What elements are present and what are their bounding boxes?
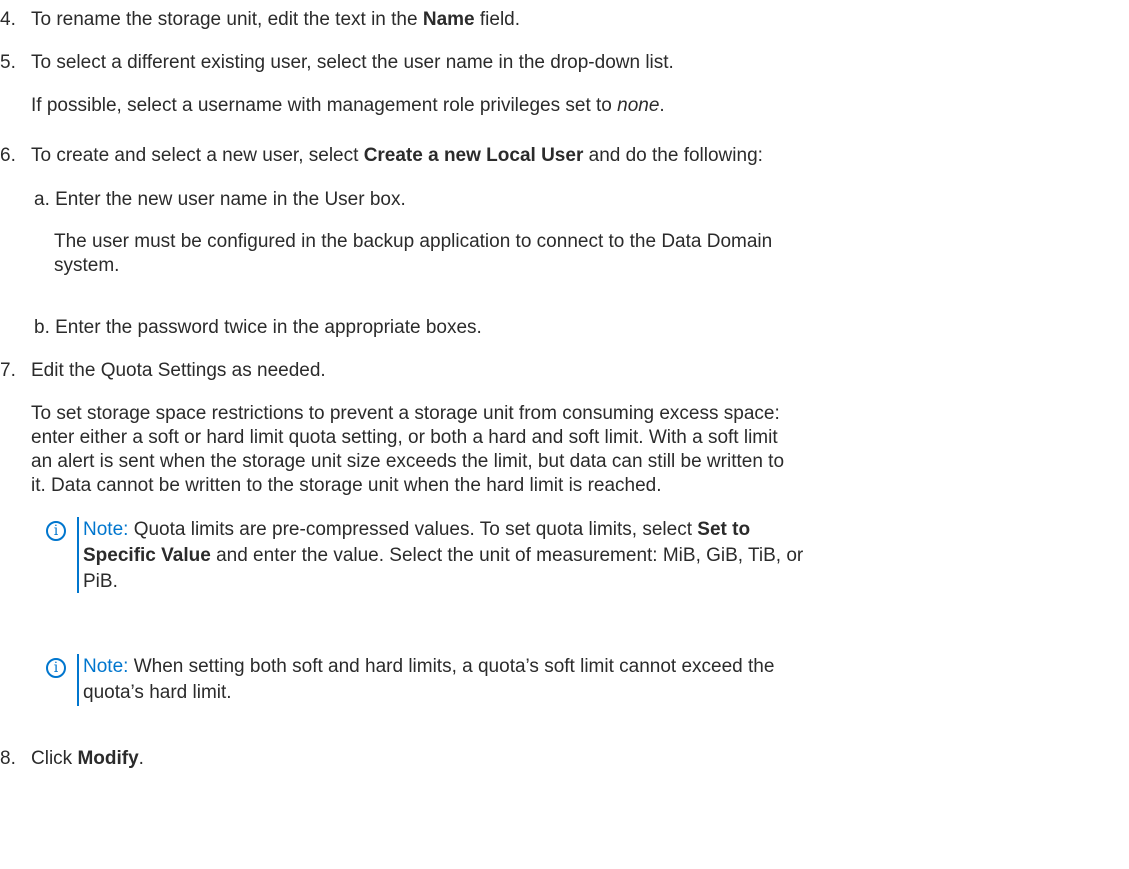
document-page: 4. To rename the storage unit, edit the … — [0, 0, 1129, 869]
step-6-post: and do the following: — [583, 145, 763, 166]
step-7-text: Edit the Quota Settings as needed. — [31, 360, 326, 381]
step-6a-note-line-1: The user must be configured in the backu… — [54, 231, 773, 252]
step-5-number: 5. — [0, 52, 16, 73]
step-6a-text: a. Enter the new user name in the User b… — [34, 189, 406, 210]
step-4-number: 4. — [0, 9, 16, 30]
note-1-label: Note: — [83, 519, 129, 540]
step-8-text: Click Modify. — [31, 747, 144, 771]
step-6a-note-line-2: system. — [54, 255, 120, 276]
step-5-sub-italic: none — [617, 95, 660, 116]
step-5-sub-post: . — [659, 95, 665, 116]
note-1-line-2-text: and enter the value. Select the unit of … — [210, 545, 804, 566]
note-1-line-1-bold: Set to — [697, 519, 751, 540]
step-6-text: To create and select a new user, select … — [31, 144, 763, 168]
note-2-bar — [77, 654, 79, 706]
step-7-para-line-3: an alert is sent when the storage unit s… — [31, 451, 785, 472]
step-6b-text: b. Enter the password twice in the appro… — [34, 317, 482, 338]
note-2-label: Note: — [83, 656, 129, 677]
note-1-line-2-bold: Specific Value — [83, 545, 211, 566]
step-5-subtext: If possible, select a username with mana… — [31, 94, 665, 118]
note-2-line-1-text: When setting both soft and hard limits, … — [128, 656, 775, 677]
step-6-pre: To create and select a new user, select — [31, 145, 364, 166]
note-1-bar — [77, 517, 79, 593]
step-4-text: To rename the storage unit, edit the tex… — [31, 8, 520, 32]
step-5-text: To select a different existing user, sel… — [31, 52, 674, 73]
step-8-pre: Click — [31, 748, 78, 769]
note-1-line-1-text: Quota limits are pre-compressed values. … — [128, 519, 698, 540]
note-2-line-1: Note: When setting both soft and hard li… — [83, 655, 774, 679]
step-7-number: 7. — [0, 360, 16, 381]
step-6-number: 6. — [0, 145, 16, 166]
note-1-line-1: Note: Quota limits are pre-compressed va… — [83, 518, 750, 542]
step-8-bold: Modify — [77, 748, 139, 769]
note-2-line-2: quota’s hard limit. — [83, 682, 232, 703]
step-4-post: field. — [474, 9, 521, 30]
step-4-bold: Name — [422, 9, 475, 30]
step-8-number: 8. — [0, 748, 16, 769]
info-icon: i — [46, 658, 66, 678]
step-4-pre: To rename the storage unit, edit the tex… — [31, 9, 423, 30]
step-7-para-line-1: To set storage space restrictions to pre… — [31, 403, 780, 424]
note-1-line-2: Specific Value and enter the value. Sele… — [83, 544, 803, 568]
info-icon: i — [46, 521, 66, 541]
step-6-bold: Create a new Local User — [363, 145, 584, 166]
step-8-post: . — [138, 748, 144, 769]
note-1-line-3: PiB. — [83, 571, 118, 592]
step-7-para-line-4: it. Data cannot be written to the storag… — [31, 475, 662, 496]
step-7-para-line-2: enter either a soft or hard limit quota … — [31, 427, 778, 448]
step-5-sub-pre: If possible, select a username with mana… — [31, 95, 618, 116]
